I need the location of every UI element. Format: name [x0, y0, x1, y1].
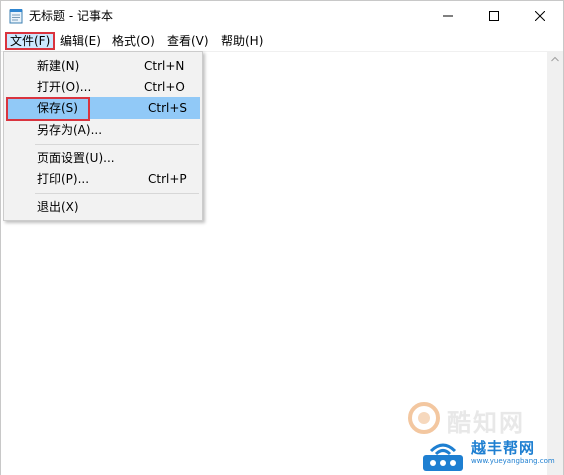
- window-title: 无标题 - 记事本: [29, 9, 113, 23]
- menu-item-shortcut: Ctrl+S: [148, 101, 188, 115]
- minimize-icon: [443, 15, 453, 17]
- title-bar[interactable]: 无标题 - 记事本: [1, 1, 563, 31]
- menu-item-shortcut: Ctrl+O: [144, 80, 185, 94]
- menu-item-label: 新建(N): [37, 59, 80, 73]
- scroll-up-button[interactable]: [547, 51, 563, 67]
- watermark-url: www.yueyangbang.com: [471, 457, 555, 465]
- menu-item-new[interactable]: 新建(N) Ctrl+N: [6, 55, 200, 77]
- notepad-window: 无标题 - 记事本 文件(F) 编辑(E) 格式(O) 查看(V) 帮助(H): [0, 0, 564, 475]
- chevron-up-icon: [551, 56, 559, 62]
- menu-format[interactable]: 格式(O): [108, 32, 159, 50]
- watermark-yueyangbang: 越丰帮网 www.yueyangbang.com: [417, 433, 563, 475]
- menu-item-save[interactable]: 保存(S) Ctrl+S: [6, 97, 200, 119]
- menu-item-exit[interactable]: 退出(X): [6, 196, 200, 218]
- watermark-text: 越丰帮网: [471, 439, 536, 457]
- menu-item-shortcut: Ctrl+N: [144, 59, 185, 73]
- watermark-wifi-icon: [423, 443, 463, 471]
- menu-item-label: 打开(O)...: [37, 80, 92, 94]
- minimize-button[interactable]: [425, 1, 471, 31]
- notepad-icon: [9, 9, 23, 24]
- menu-item-label: 另存为(A)...: [37, 123, 103, 137]
- close-button[interactable]: [517, 1, 563, 31]
- menu-item-label: 保存(S): [37, 101, 78, 115]
- file-menu-dropdown: 新建(N) Ctrl+N 打开(O)... Ctrl+O 保存(S) Ctrl+…: [3, 51, 203, 221]
- menu-separator: [35, 144, 199, 145]
- menu-item-label: 退出(X): [37, 200, 79, 214]
- menu-file[interactable]: 文件(F): [5, 32, 56, 50]
- menu-item-page-setup[interactable]: 页面设置(U)...: [6, 147, 200, 169]
- menu-item-label: 页面设置(U)...: [37, 151, 115, 165]
- menu-item-open[interactable]: 打开(O)... Ctrl+O: [6, 76, 200, 98]
- maximize-button[interactable]: [471, 1, 517, 31]
- menu-edit[interactable]: 编辑(E): [56, 32, 105, 50]
- menu-bar: 文件(F) 编辑(E) 格式(O) 查看(V) 帮助(H): [1, 31, 563, 51]
- close-icon: [535, 11, 545, 21]
- menu-item-label: 打印(P)...: [37, 172, 90, 186]
- maximize-icon: [489, 11, 499, 21]
- menu-item-shortcut: Ctrl+P: [148, 172, 187, 186]
- menu-item-save-as[interactable]: 另存为(A)...: [6, 119, 200, 141]
- menu-item-print[interactable]: 打印(P)... Ctrl+P: [6, 168, 200, 190]
- menu-view[interactable]: 查看(V): [163, 32, 213, 50]
- menu-help[interactable]: 帮助(H): [217, 32, 267, 50]
- menu-separator: [35, 193, 199, 194]
- watermark-logo-icon: [408, 402, 440, 434]
